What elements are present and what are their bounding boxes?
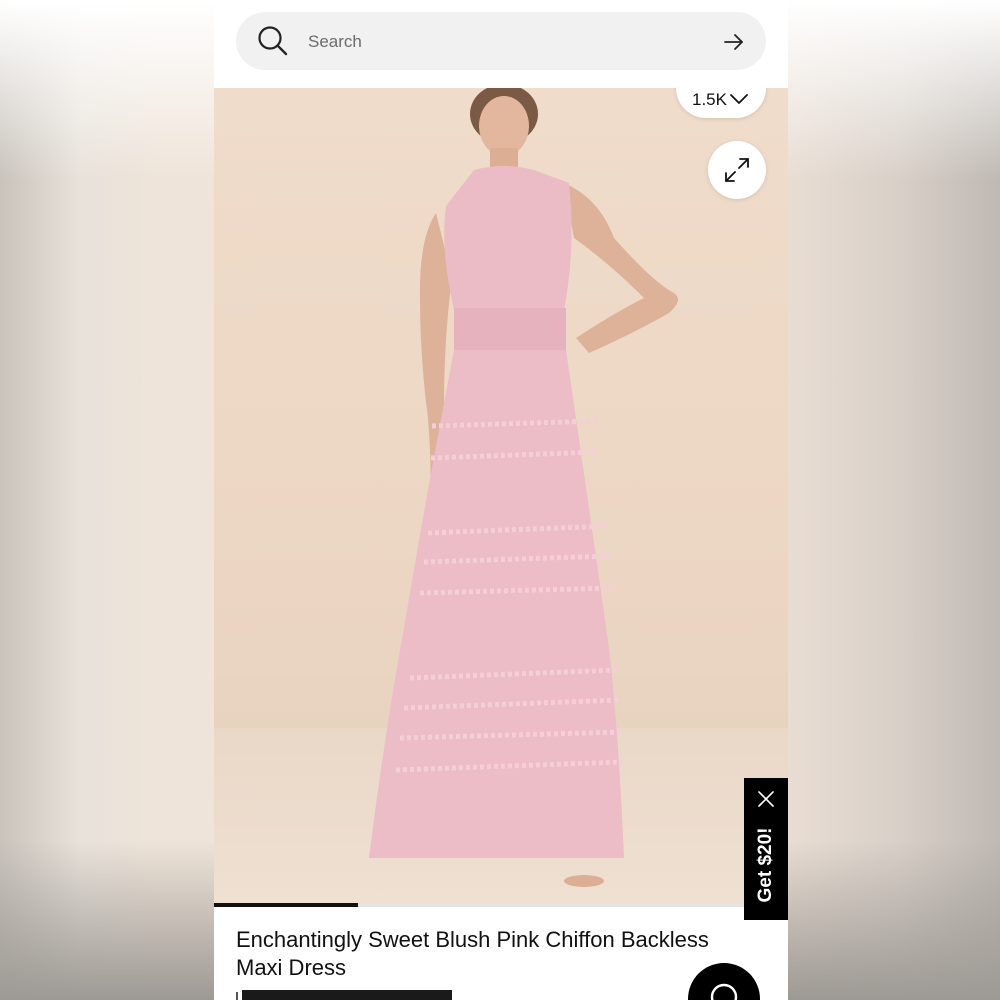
phone-screen: 1.5K Get $20! Enchantingly Sweet Blush P… xyxy=(214,0,788,1000)
close-icon[interactable] xyxy=(757,790,775,808)
promo-tab[interactable]: Get $20! xyxy=(744,778,788,920)
promo-label[interactable]: Get $20! xyxy=(755,828,777,903)
expand-image-button[interactable] xyxy=(708,141,766,199)
expand-icon xyxy=(725,158,749,182)
likes-count: 1.5K xyxy=(692,90,727,109)
arrow-right-icon[interactable] xyxy=(722,30,746,54)
product-title: Enchantingly Sweet Blush Pink Chiffon Ba… xyxy=(236,927,709,980)
search-icon[interactable] xyxy=(256,24,290,58)
search-bar[interactable] xyxy=(236,12,766,70)
chevron-down-icon xyxy=(730,94,748,104)
divider-tick xyxy=(236,992,238,1000)
carousel-progress-fill xyxy=(214,903,358,907)
price-bar xyxy=(242,990,452,1000)
carousel-progress xyxy=(214,903,788,907)
model-in-pink-dress xyxy=(369,88,678,887)
search-input[interactable] xyxy=(306,26,690,58)
chat-icon xyxy=(710,983,738,1000)
product-image[interactable]: 1.5K xyxy=(214,88,788,904)
